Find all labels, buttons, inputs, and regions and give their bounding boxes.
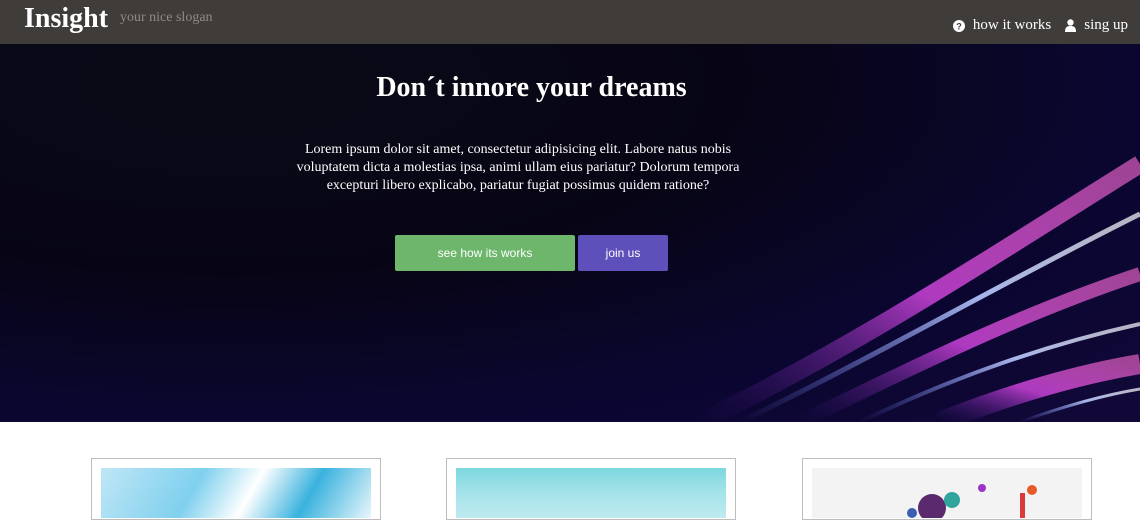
feature-card[interactable] — [91, 458, 381, 520]
hero-description: Lorem ipsum dolor sit amet, consectetur … — [296, 142, 740, 193]
user-icon — [1065, 19, 1077, 32]
brand-slogan: your nice slogan — [120, 10, 213, 25]
question-circle-icon: ? — [952, 19, 965, 32]
feature-card[interactable] — [802, 458, 1092, 520]
see-how-it-works-button[interactable]: see how its works — [395, 235, 575, 271]
svg-text:?: ? — [956, 21, 962, 31]
feature-cards — [0, 458, 1140, 520]
sky-cyan-image — [456, 468, 726, 518]
join-us-button[interactable]: join us — [578, 235, 668, 271]
main-nav: ? how it works sing up — [952, 17, 1128, 34]
brand-logo[interactable]: Insight — [24, 3, 108, 35]
hero-banner: Don´t innore your dreams Lorem ipsum dol… — [0, 44, 1140, 422]
nav-how-it-works-link[interactable]: ? how it works — [952, 17, 1052, 34]
paint-splash-image — [812, 468, 1082, 518]
feature-card[interactable] — [446, 458, 736, 520]
nav-sign-up-label: sing up — [1084, 17, 1128, 33]
top-navbar: Insight your nice slogan ? how it works … — [0, 0, 1140, 44]
nav-sign-up-link[interactable]: sing up — [1065, 17, 1128, 34]
hero-title: Don´t innore your dreams — [376, 72, 687, 103]
nav-how-it-works-label: how it works — [972, 17, 1052, 33]
abstract-blue-image — [101, 468, 371, 518]
